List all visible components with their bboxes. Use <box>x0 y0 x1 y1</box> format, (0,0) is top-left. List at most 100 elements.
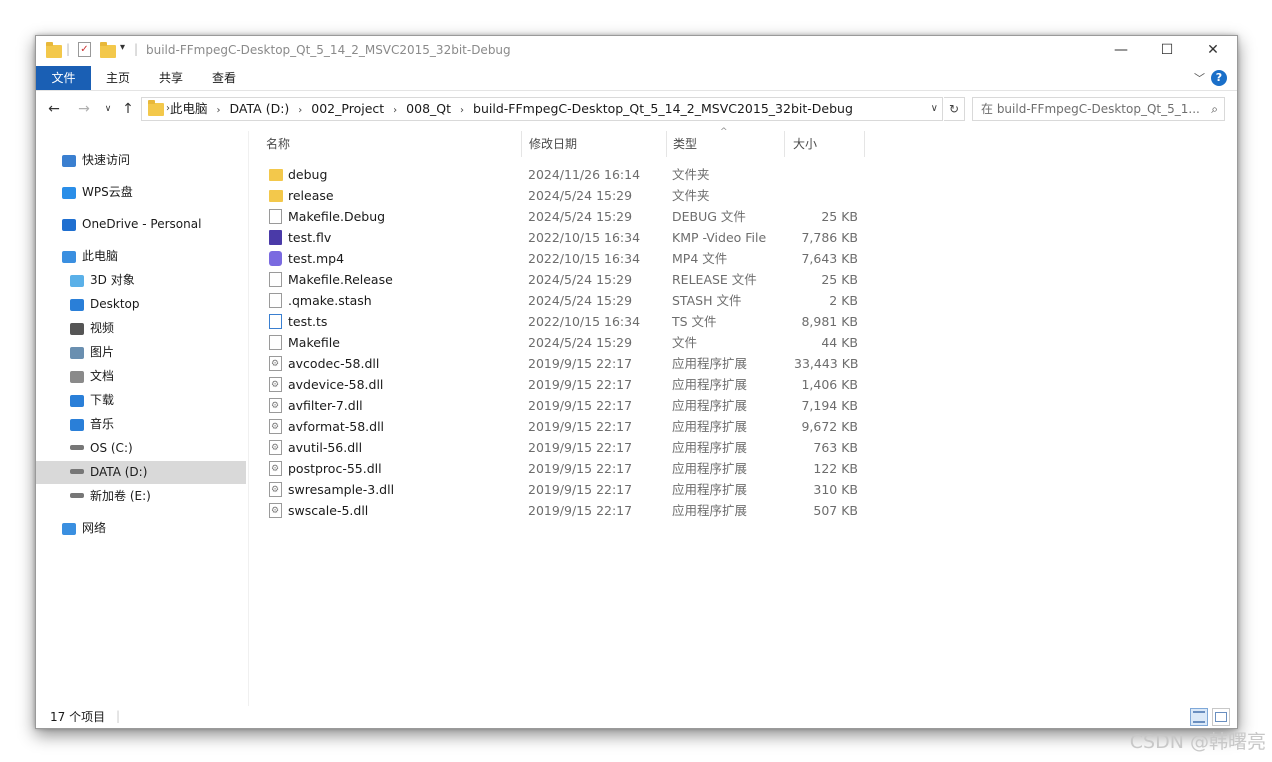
file-type: 应用程序扩展 <box>672 377 748 392</box>
file-row[interactable]: test.ts 2022/10/15 16:34 TS 文件 8,981 KB <box>249 311 1239 332</box>
column-size[interactable]: 大小 <box>785 131 865 157</box>
sidebar-item-label: 此电脑 <box>82 249 119 263</box>
sidebar-item[interactable]: 文档 <box>36 365 246 388</box>
network-icon <box>62 522 76 535</box>
music-icon <box>70 418 84 431</box>
file-row[interactable]: avcodec-58.dll 2019/9/15 22:17 应用程序扩展 33,44… <box>249 353 1239 375</box>
new-folder-icon[interactable] <box>100 42 116 58</box>
column-date[interactable]: 修改日期 <box>521 131 667 157</box>
sidebar-item[interactable]: OneDrive - Personal <box>36 213 246 236</box>
details-view-button[interactable] <box>1190 708 1208 726</box>
divider: | <box>116 709 121 723</box>
file-date: 2024/5/24 15:29 <box>528 293 633 308</box>
file-row[interactable]: test.flv 2022/10/15 16:34 KMP -Video File 7… <box>249 227 1239 248</box>
file-row[interactable]: Makefile 2024/5/24 15:29 文件 44 KB <box>249 332 1239 353</box>
file-size: 9,672 KB <box>801 419 858 434</box>
properties-icon[interactable]: ✓ <box>78 42 91 57</box>
file-type: 文件夹 <box>672 167 710 182</box>
up-button[interactable]: ↑ <box>118 98 138 120</box>
file-size: 763 KB <box>813 440 858 455</box>
refresh-button[interactable]: ↻ <box>944 97 965 121</box>
3d-objects-icon <box>70 274 84 287</box>
file-type: STASH 文件 <box>672 293 742 308</box>
divider: | <box>134 42 139 56</box>
large-icons-view-button[interactable] <box>1212 708 1230 726</box>
sidebar-item[interactable]: 网络 <box>36 517 246 540</box>
file-date: 2019/9/15 22:17 <box>528 482 633 497</box>
navigation-pane: 快速访问 WPS云盘 OneDrive - Personal 此电脑 3D 对象 Desk… <box>36 131 249 706</box>
column-name[interactable]: 名称 <box>258 131 522 157</box>
file-type: 文件夹 <box>672 188 710 203</box>
search-input[interactable]: 在 build-FFmpegC-Desktop_Qt_5_1... ⌕ <box>972 97 1225 121</box>
cloud-icon <box>62 186 76 199</box>
address-dropdown-icon[interactable]: ∨ <box>931 98 938 120</box>
chevron-right-icon: › <box>393 105 398 116</box>
file-row[interactable]: avdevice-58.dll 2019/9/15 22:17 应用程序扩展 1,40… <box>249 374 1239 396</box>
file-row[interactable]: avformat-58.dll 2019/9/15 22:17 应用程序扩展 9,67… <box>249 416 1239 438</box>
status-bar: 17 个项目 | <box>36 706 1237 728</box>
sidebar-item[interactable]: 此电脑 <box>36 245 246 268</box>
file-row[interactable]: debug 2024/11/26 16:14 文件夹 <box>249 164 1239 185</box>
file-row[interactable]: postproc-55.dll 2019/9/15 22:17 应用程序扩展 122 … <box>249 458 1239 480</box>
file-name: Makefile <box>288 335 340 350</box>
file-type: 应用程序扩展 <box>672 440 748 455</box>
tab-file[interactable]: 文件 <box>36 66 91 90</box>
file-row[interactable]: test.mp4 2022/10/15 16:34 MP4 文件 7,643 KB <box>249 248 1239 269</box>
file-name: avcodec-58.dll <box>288 356 380 371</box>
back-button[interactable]: ← <box>44 98 64 120</box>
file-row[interactable]: avfilter-7.dll 2019/9/15 22:17 应用程序扩展 7,194… <box>249 395 1239 417</box>
sidebar-item[interactable]: WPS云盘 <box>36 181 246 204</box>
breadcrumb-item[interactable]: 002_Project <box>311 101 384 116</box>
maximize-button[interactable]: ☐ <box>1144 36 1190 66</box>
close-button[interactable]: ✕ <box>1190 36 1236 66</box>
sidebar-item[interactable]: 3D 对象 <box>36 269 246 292</box>
file-type: 应用程序扩展 <box>672 398 748 413</box>
sidebar-item[interactable]: OS (C:) <box>36 437 246 460</box>
sidebar-item[interactable]: 图片 <box>36 341 246 364</box>
file-name: test.ts <box>288 314 328 329</box>
tab-home[interactable]: 主页 <box>93 66 143 90</box>
sidebar-item[interactable]: 快速访问 <box>36 149 246 172</box>
sidebar-item[interactable]: 新加卷 (E:) <box>36 485 246 508</box>
file-icon <box>269 335 282 350</box>
breadcrumb-item[interactable]: build-FFmpegC-Desktop_Qt_5_14_2_MSVC2015… <box>473 101 853 116</box>
sidebar-item[interactable]: Desktop <box>36 293 246 316</box>
expand-ribbon-icon[interactable]: ﹀ <box>1194 70 1205 86</box>
sidebar-item[interactable]: 下载 <box>36 389 246 412</box>
tab-share[interactable]: 共享 <box>146 66 196 90</box>
sidebar-item[interactable]: DATA (D:) <box>36 461 246 484</box>
pictures-icon <box>70 346 84 359</box>
dll-file-icon <box>269 459 282 480</box>
dll-file-icon <box>269 480 282 501</box>
file-row[interactable]: avutil-56.dll 2019/9/15 22:17 应用程序扩展 763 KB <box>249 437 1239 459</box>
file-row[interactable]: .qmake.stash 2024/5/24 15:29 STASH 文件 2 KB <box>249 290 1239 311</box>
sidebar-item-label: 快速访问 <box>82 153 131 167</box>
file-row[interactable]: release 2024/5/24 15:29 文件夹 <box>249 185 1239 206</box>
folder-icon <box>148 100 164 116</box>
onedrive-icon <box>62 218 76 231</box>
address-bar[interactable]: › 此电脑 › DATA (D:) › 002_Project › 008_Qt › build… <box>141 97 943 121</box>
customize-toolbar-icon[interactable]: ▾ <box>120 42 125 53</box>
file-size: 1,406 KB <box>801 377 858 392</box>
file-row[interactable]: swresample-3.dll 2019/9/15 22:17 应用程序扩展 310… <box>249 479 1239 501</box>
file-type: DEBUG 文件 <box>672 209 746 224</box>
recent-locations-button[interactable]: ∨ <box>98 98 118 120</box>
file-date: 2019/9/15 22:17 <box>528 377 633 392</box>
sidebar-item-label: 新加卷 (E:) <box>90 489 151 503</box>
breadcrumb-item[interactable]: 008_Qt <box>406 101 451 116</box>
file-size: 7,643 KB <box>801 251 858 266</box>
forward-button[interactable]: → <box>74 98 94 120</box>
file-row[interactable]: swscale-5.dll 2019/9/15 22:17 应用程序扩展 507 KB <box>249 500 1239 522</box>
breadcrumb-item[interactable]: 此电脑 <box>170 101 208 116</box>
tab-view[interactable]: 查看 <box>199 66 249 90</box>
file-row[interactable]: Makefile.Release 2024/5/24 15:29 RELEASE 文… <box>249 269 1239 290</box>
breadcrumb-item[interactable]: DATA (D:) <box>230 101 290 116</box>
large-icons-view-icon <box>1215 712 1227 722</box>
help-icon[interactable]: ? <box>1211 70 1227 86</box>
file-row[interactable]: Makefile.Debug 2024/5/24 15:29 DEBUG 文件 25 … <box>249 206 1239 227</box>
ribbon: 文件 主页 共享 查看 ﹀ ? <box>36 66 1237 91</box>
sidebar-item[interactable]: 视频 <box>36 317 246 340</box>
file-icon <box>269 272 282 287</box>
minimize-button[interactable]: — <box>1098 36 1144 66</box>
sidebar-item[interactable]: 音乐 <box>36 413 246 436</box>
